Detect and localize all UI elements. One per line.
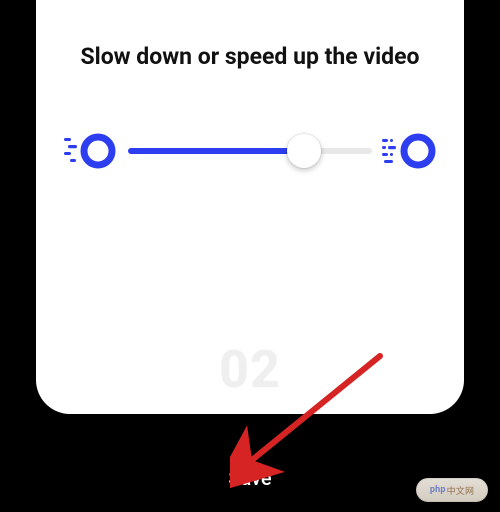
- save-button-label: Save: [228, 466, 271, 490]
- watermark-suffix: 中文网: [447, 484, 475, 497]
- watermark-prefix: php: [430, 485, 446, 495]
- speed-slider[interactable]: [128, 133, 372, 169]
- adjacent-card-right-edge: [494, 0, 500, 430]
- adjacent-card-left-edge: [0, 0, 6, 430]
- slider-fill: [128, 148, 304, 154]
- card-title: Slow down or speed up the video: [80, 42, 419, 72]
- speed-slider-row: [64, 132, 436, 170]
- slider-thumb[interactable]: [287, 134, 321, 168]
- page-number: 02: [36, 339, 464, 400]
- speed-control-card: Slow down or speed up the video: [26, 0, 474, 424]
- watermark-badge: php 中文网: [416, 478, 488, 502]
- motion-fast-icon: [382, 132, 436, 170]
- motion-slow-icon: [64, 132, 118, 170]
